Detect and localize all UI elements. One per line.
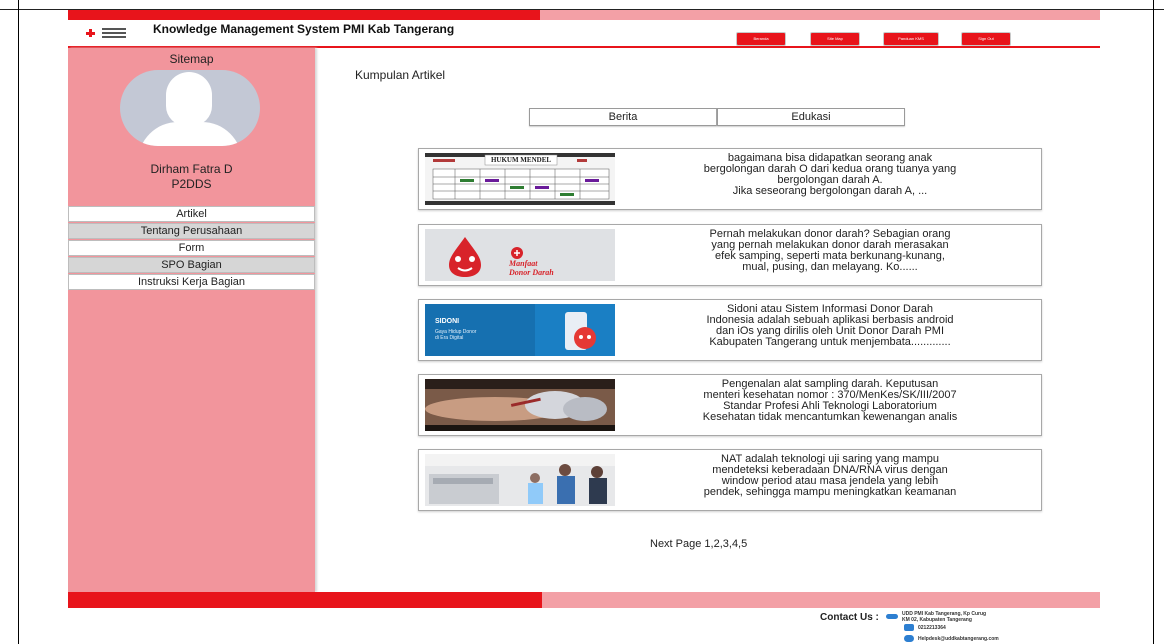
- tab-berita[interactable]: Berita: [529, 108, 717, 126]
- contact-email[interactable]: Helpdesk@uddkabtangerang.com: [918, 636, 999, 642]
- user-role: P2DDS: [171, 177, 212, 191]
- sidebar-item-form[interactable]: Form: [68, 240, 315, 256]
- app-title: Knowledge Management System PMI Kab Tang…: [153, 22, 455, 36]
- footer-strip: [68, 592, 1100, 608]
- user-avatar-icon: [120, 70, 260, 146]
- article-thumb-title: SIDONI: [435, 318, 460, 325]
- pmi-logo: [80, 25, 130, 41]
- nav-panduan-kms-button[interactable]: Panduan KMS: [884, 33, 938, 45]
- article-thumbnail: [425, 379, 615, 431]
- frame-left-line: [18, 0, 19, 644]
- nav-beranda-button[interactable]: Beranda: [737, 33, 785, 45]
- page-title: Kumpulan Artikel: [355, 68, 446, 82]
- article-excerpt: Pengenalan alat sampling darah. Keputusa…: [702, 378, 958, 423]
- article-card[interactable]: SIDONI Gaya Hidup Donor di Era Digital S…: [418, 299, 1042, 361]
- article-thumbnail: [425, 454, 615, 506]
- article-excerpt: NAT adalah teknologi uji saring yang mam…: [703, 453, 957, 498]
- phone-icon: [904, 624, 914, 631]
- pagination[interactable]: Next Page 1,2,3,4,5: [650, 538, 747, 550]
- article-card[interactable]: HUKUM MENDEL bagaimana bisa didapatkan s…: [418, 148, 1042, 210]
- sidebar-item-artikel[interactable]: Artikel: [68, 206, 315, 222]
- contact-phone: 0212213364: [918, 625, 946, 631]
- article-thumb-title: HUKUM MENDEL: [490, 156, 552, 164]
- location-icon: [886, 614, 898, 619]
- article-thumb-title: Manfaat Donor Darah: [509, 259, 554, 277]
- tab-edukasi[interactable]: Edukasi: [717, 108, 905, 126]
- article-thumbnail: HUKUM MENDEL: [425, 153, 615, 205]
- article-thumbnail: Manfaat Donor Darah: [425, 229, 615, 281]
- article-excerpt: bagaimana bisa didapatkan seorang anak b…: [703, 152, 957, 197]
- sidebar-title: Sitemap: [169, 52, 214, 66]
- red-cross-icon: [86, 29, 96, 37]
- contact-address: UDD PMI Kab Tangerang, Kp Curug KM 02, K…: [902, 611, 987, 623]
- article-card[interactable]: Manfaat Donor Darah Pernah melakukan don…: [418, 224, 1042, 286]
- article-card[interactable]: NAT adalah teknologi uji saring yang mam…: [418, 449, 1042, 511]
- nav-sign-out-button[interactable]: Sign Out: [962, 33, 1010, 45]
- header-top-strip: [68, 10, 1100, 20]
- article-card[interactable]: Pengenalan alat sampling darah. Keputusa…: [418, 374, 1042, 436]
- sidebar-item-tentang-perusahaan[interactable]: Tentang Perusahaan: [68, 223, 315, 239]
- user-name: Dirham Fatra D: [150, 162, 233, 176]
- article-excerpt: Pernah melakukan donor darah? Sebagian o…: [709, 228, 951, 273]
- contact-label: Contact Us :: [820, 612, 879, 623]
- nav-site-map-button[interactable]: Site Map: [811, 33, 859, 45]
- sidebar-item-instruksi-kerja-bagian[interactable]: Instruksi Kerja Bagian: [68, 274, 315, 290]
- sidebar: Sitemap Dirham Fatra D P2DDS Artikel Ten…: [68, 48, 315, 592]
- frame-right-line: [1153, 0, 1154, 644]
- email-icon: [904, 635, 914, 642]
- article-thumb-subtitle: Gaya Hidup Donor di Era Digital: [435, 329, 477, 341]
- sidebar-item-spo-bagian[interactable]: SPO Bagian: [68, 257, 315, 273]
- article-thumbnail: SIDONI Gaya Hidup Donor di Era Digital: [425, 304, 615, 356]
- article-excerpt: Sidoni atau Sistem Informasi Donor Darah…: [706, 303, 954, 348]
